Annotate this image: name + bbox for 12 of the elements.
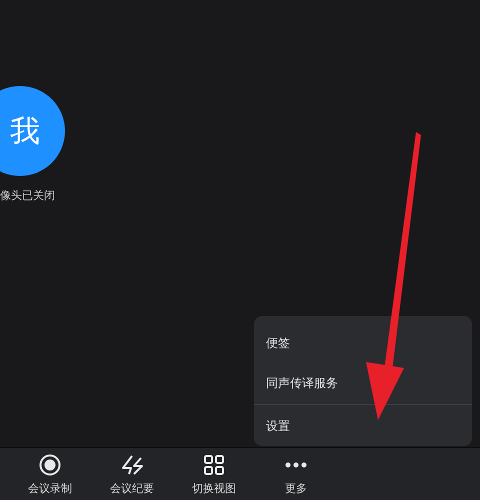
menu-item[interactable]: 同声传译服务: [254, 368, 338, 398]
more-icon: [285, 462, 307, 468]
grid-icon: [204, 455, 224, 475]
toolbar-label[interactable]: 更多: [285, 481, 307, 496]
camera-status: 像头已关闭: [0, 188, 55, 203]
toolbar-label[interactable]: 会议录制: [28, 481, 72, 496]
record-icon: [39, 454, 61, 476]
lightning-icon: [120, 455, 144, 475]
avatar: 我: [0, 86, 65, 176]
toolbar-label[interactable]: 会议纪要: [110, 481, 154, 496]
toolbar-label[interactable]: 切换视图: [192, 481, 236, 496]
menu-item[interactable]: 便签: [254, 328, 290, 358]
